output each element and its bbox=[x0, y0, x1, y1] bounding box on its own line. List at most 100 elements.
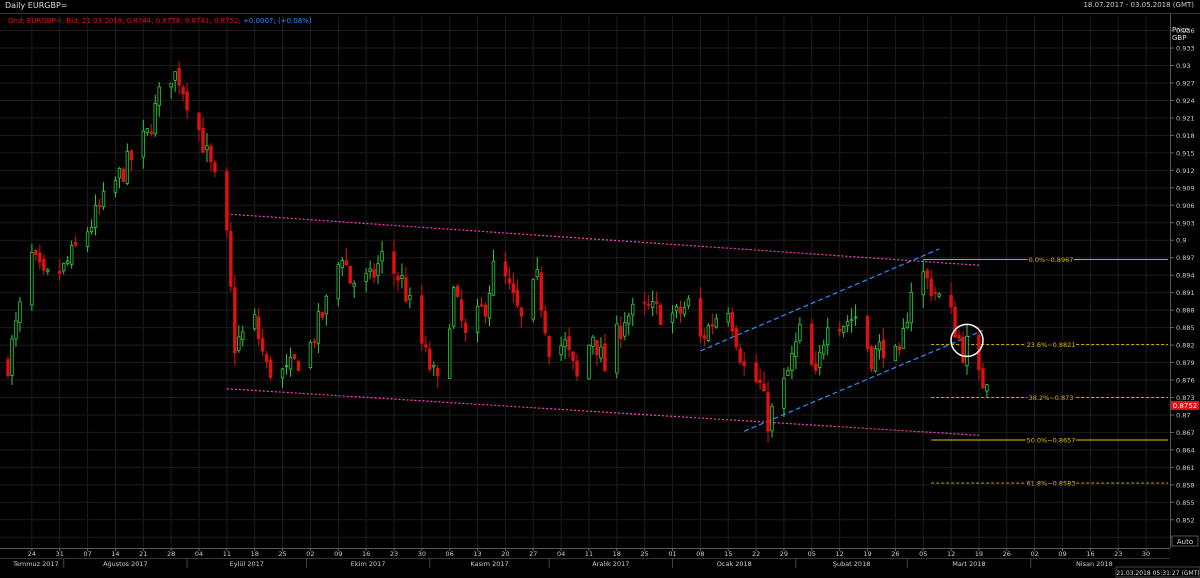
candle-down bbox=[543, 311, 547, 334]
candle-up bbox=[901, 328, 906, 349]
candle-up bbox=[794, 341, 798, 358]
candle-down bbox=[981, 368, 985, 389]
candle-up bbox=[563, 339, 567, 348]
month-label: Nisan 2018 bbox=[1076, 560, 1113, 568]
candle-down bbox=[511, 283, 516, 294]
chart-title: Daily EURGBP= bbox=[5, 1, 68, 10]
candle-down bbox=[519, 307, 524, 317]
date-tick-label: 29 bbox=[780, 550, 788, 558]
candle-up bbox=[985, 384, 989, 392]
candle-up bbox=[714, 318, 718, 328]
candlestick-chart[interactable]: 0.0%~0.8967 23.6%~0.8821 38.2%~0.873 50.0%~… bbox=[0, 0, 1200, 578]
candle-up bbox=[65, 260, 70, 264]
candle-up bbox=[316, 311, 321, 344]
candle-down bbox=[268, 359, 273, 378]
candle-down bbox=[702, 335, 707, 339]
candle-up bbox=[965, 335, 969, 366]
candle-up bbox=[451, 287, 456, 327]
candle-down bbox=[213, 162, 217, 173]
fib-level-label: 61.8%~0.8583 bbox=[1027, 480, 1076, 488]
price-tick-label: 0.918 bbox=[1176, 132, 1195, 140]
candle-down bbox=[515, 289, 520, 307]
candle-up bbox=[18, 301, 22, 324]
candle-down bbox=[121, 168, 126, 182]
candle-up bbox=[113, 180, 118, 193]
info-line-change: +0.0007; (+0.08%) bbox=[243, 17, 312, 25]
candle-up bbox=[627, 315, 631, 325]
date-tick-label: 12 bbox=[836, 550, 844, 558]
candle-up bbox=[157, 86, 161, 106]
candle-down bbox=[933, 291, 937, 294]
date-tick-label: 05 bbox=[919, 550, 927, 558]
date-tick-label: 16 bbox=[1086, 550, 1094, 558]
month-label: Mart 2018 bbox=[952, 560, 985, 568]
date-tick-label: 14 bbox=[111, 550, 119, 558]
candle-down bbox=[814, 363, 818, 371]
candle-up bbox=[280, 368, 285, 379]
fib-level-label: 50.0%~0.8657 bbox=[1027, 437, 1076, 445]
candle-down bbox=[197, 112, 201, 131]
candle-up bbox=[475, 305, 480, 333]
candle-down bbox=[925, 269, 929, 279]
candle-up bbox=[368, 268, 372, 273]
candle-up bbox=[336, 264, 340, 300]
candle-up bbox=[686, 298, 691, 307]
candle-down bbox=[201, 127, 205, 153]
date-tick-label: 09 bbox=[334, 550, 342, 558]
date-tick-label: 19 bbox=[975, 550, 983, 558]
candle-up bbox=[623, 322, 627, 337]
candle-down bbox=[225, 171, 229, 231]
date-tick-label: 26 bbox=[891, 550, 899, 558]
candle-down bbox=[344, 260, 348, 266]
candle-down bbox=[483, 304, 488, 317]
candle-up bbox=[169, 82, 173, 88]
candle-down bbox=[209, 145, 213, 163]
candle-up bbox=[674, 305, 679, 312]
candle-up bbox=[253, 314, 257, 330]
candle-up bbox=[324, 295, 329, 315]
candle-up bbox=[845, 321, 850, 327]
candle-up bbox=[153, 103, 157, 135]
candle-down bbox=[73, 241, 78, 246]
candle-down bbox=[762, 383, 766, 392]
date-tick-label: 11 bbox=[223, 550, 231, 558]
candle-up bbox=[615, 323, 619, 374]
date-tick-label: 23 bbox=[1114, 550, 1122, 558]
month-label: Kasım 2017 bbox=[470, 560, 508, 568]
candle-up bbox=[237, 336, 241, 351]
candle-down bbox=[38, 252, 42, 263]
price-axis-unit: GBP bbox=[1172, 34, 1186, 42]
candle-up bbox=[591, 336, 595, 347]
month-label: Temmuz 2017 bbox=[12, 560, 59, 568]
plot-background bbox=[0, 14, 1170, 548]
candle-up bbox=[487, 292, 492, 319]
candle-up bbox=[408, 294, 412, 300]
date-tick-label: 30 bbox=[1142, 550, 1150, 558]
candle-up bbox=[101, 190, 106, 208]
candle-up bbox=[782, 378, 786, 409]
month-label: Ağustos 2017 bbox=[103, 560, 148, 568]
candle-up bbox=[117, 168, 122, 179]
candle-up bbox=[873, 348, 878, 372]
auto-scale-label: Auto bbox=[1177, 538, 1193, 546]
date-tick-label: 26 bbox=[1003, 550, 1011, 558]
candle-up bbox=[145, 128, 149, 134]
candle-up bbox=[376, 263, 380, 277]
candle-up bbox=[841, 326, 846, 334]
price-tick-label: 0.858 bbox=[1176, 481, 1195, 489]
date-tick-label: 15 bbox=[724, 550, 732, 558]
month-label: Eylül 2017 bbox=[230, 560, 264, 568]
candle-up bbox=[893, 345, 898, 362]
candle-up bbox=[790, 353, 794, 371]
candle-up bbox=[937, 293, 941, 297]
price-tick-label: 0.921 bbox=[1176, 114, 1195, 122]
candle-up bbox=[284, 365, 289, 368]
candle-down bbox=[6, 359, 10, 377]
current-price-label: 0.8752 bbox=[1173, 402, 1198, 410]
candle-up bbox=[432, 365, 436, 368]
candle-up bbox=[849, 319, 854, 322]
candle-down bbox=[97, 204, 102, 207]
candle-up bbox=[205, 145, 209, 151]
candle-down bbox=[260, 338, 265, 352]
candle-down bbox=[185, 91, 189, 111]
